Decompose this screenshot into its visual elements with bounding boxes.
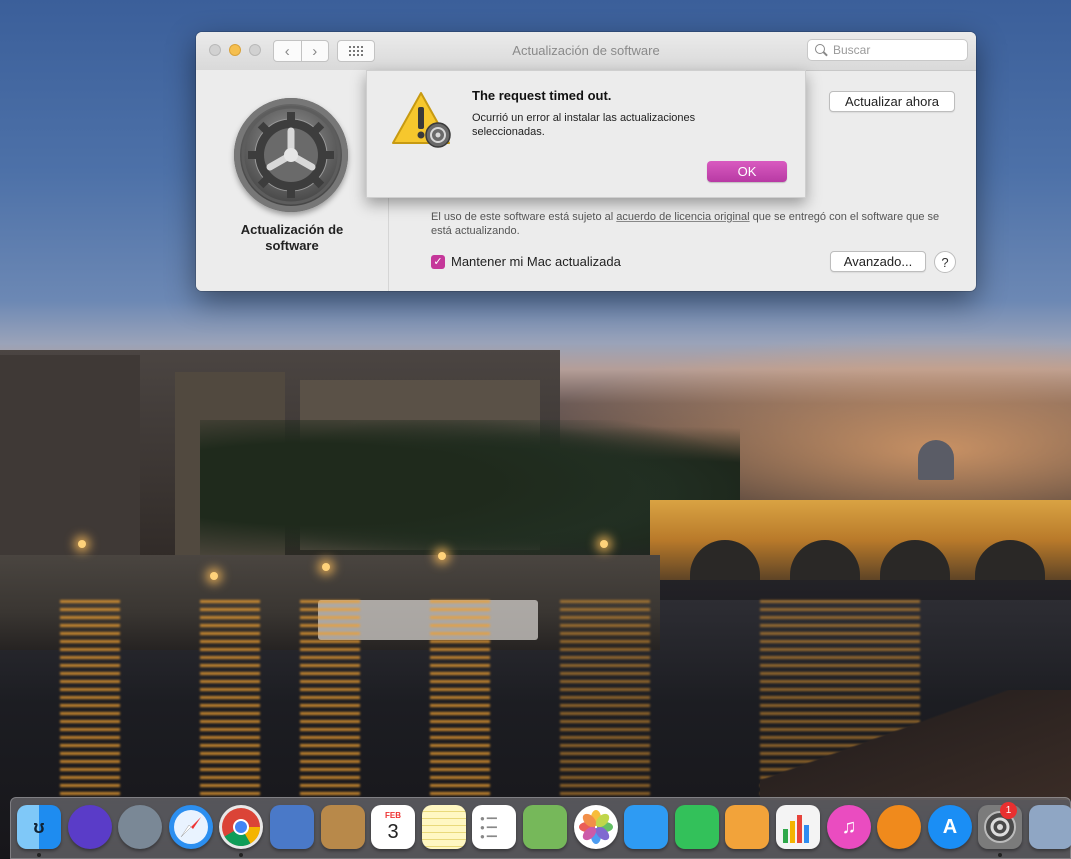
ok-button[interactable]: OK (707, 161, 787, 182)
messages-icon[interactable] (624, 805, 668, 849)
safari-icon[interactable] (169, 805, 213, 849)
license-text-before: El uso de este software está sujeto al (431, 211, 617, 223)
light-reflection (430, 600, 490, 800)
street-lamp (210, 572, 218, 580)
running-indicator (998, 853, 1002, 857)
checkmark-icon[interactable]: ✓ (431, 254, 445, 269)
calendar-month: FEB (385, 811, 401, 820)
light-reflection (300, 600, 360, 800)
search-icon (815, 44, 827, 56)
preview-icon[interactable] (1029, 805, 1071, 849)
light-reflection (560, 600, 650, 800)
keep-mac-updated-checkbox[interactable]: ✓ Mantener mi Mac actualizada (431, 254, 621, 269)
bar-chart-icon (783, 815, 809, 843)
photos-icon[interactable] (574, 805, 618, 849)
contacts-icon[interactable] (321, 805, 365, 849)
street-lamp (600, 540, 608, 548)
mail-icon[interactable] (270, 805, 314, 849)
search-input[interactable] (831, 42, 955, 58)
street-lamp (78, 540, 86, 548)
gear-icon (241, 105, 341, 205)
books-icon[interactable] (877, 805, 921, 849)
license-agreement-link[interactable]: acuerdo de licencia original (616, 211, 749, 223)
calendar-day: 3 (387, 821, 399, 843)
alert-title: The request timed out. (472, 88, 612, 103)
running-indicator (239, 853, 243, 857)
reminders-icon[interactable]: ● ━━ ● ━━ ● ━━ (472, 805, 516, 849)
street-lamp (322, 563, 330, 571)
crowd (760, 690, 1071, 800)
search-field[interactable] (807, 39, 968, 61)
advanced-button[interactable]: Avanzado... (830, 251, 926, 272)
finder-icon[interactable]: ʊ (17, 805, 61, 849)
light-reflection (60, 600, 120, 800)
chrome-icon[interactable] (219, 805, 263, 849)
app-store-icon[interactable]: A (928, 805, 972, 849)
compass-icon (174, 810, 208, 844)
numbers-icon[interactable] (776, 805, 820, 849)
alert-message: Ocurrió un error al instalar las actuali… (472, 112, 696, 138)
checklist-icon: ● ━━ ● ━━ ● ━━ (480, 813, 497, 841)
software-update-gear-icon (234, 98, 348, 212)
notification-badge: 1 (1000, 802, 1017, 819)
help-button[interactable]: ? (934, 251, 956, 273)
calendar-icon[interactable]: FEB 3 (371, 805, 415, 849)
maps-icon[interactable] (523, 805, 567, 849)
running-indicator (37, 853, 41, 857)
facetime-icon[interactable] (675, 805, 719, 849)
chrome-logo-icon (222, 808, 261, 847)
launchpad-icon[interactable] (118, 805, 162, 849)
title-bar[interactable]: ‹ › Actualización de software (196, 32, 976, 71)
error-alert-sheet: The request timed out. Ocurrió un error … (366, 70, 806, 198)
dome (918, 440, 954, 480)
photos-flower-icon (579, 810, 613, 844)
pages-icon[interactable] (725, 805, 769, 849)
keep-mac-updated-label: Mantener mi Mac actualizada (451, 254, 621, 269)
light-reflection (200, 600, 260, 800)
finder-face-icon: ʊ (33, 816, 45, 837)
notes-icon[interactable] (422, 805, 466, 849)
left-pane: Actualización de software (196, 70, 389, 291)
street-lamp (438, 552, 446, 560)
siri-icon[interactable] (68, 805, 112, 849)
license-text: El uso de este software está sujeto al a… (431, 210, 961, 238)
warning-icon (392, 92, 451, 148)
update-now-button[interactable]: Actualizar ahora (829, 91, 955, 112)
itunes-icon[interactable]: ♫ (827, 805, 871, 849)
pane-title: Actualización de software (240, 222, 344, 253)
